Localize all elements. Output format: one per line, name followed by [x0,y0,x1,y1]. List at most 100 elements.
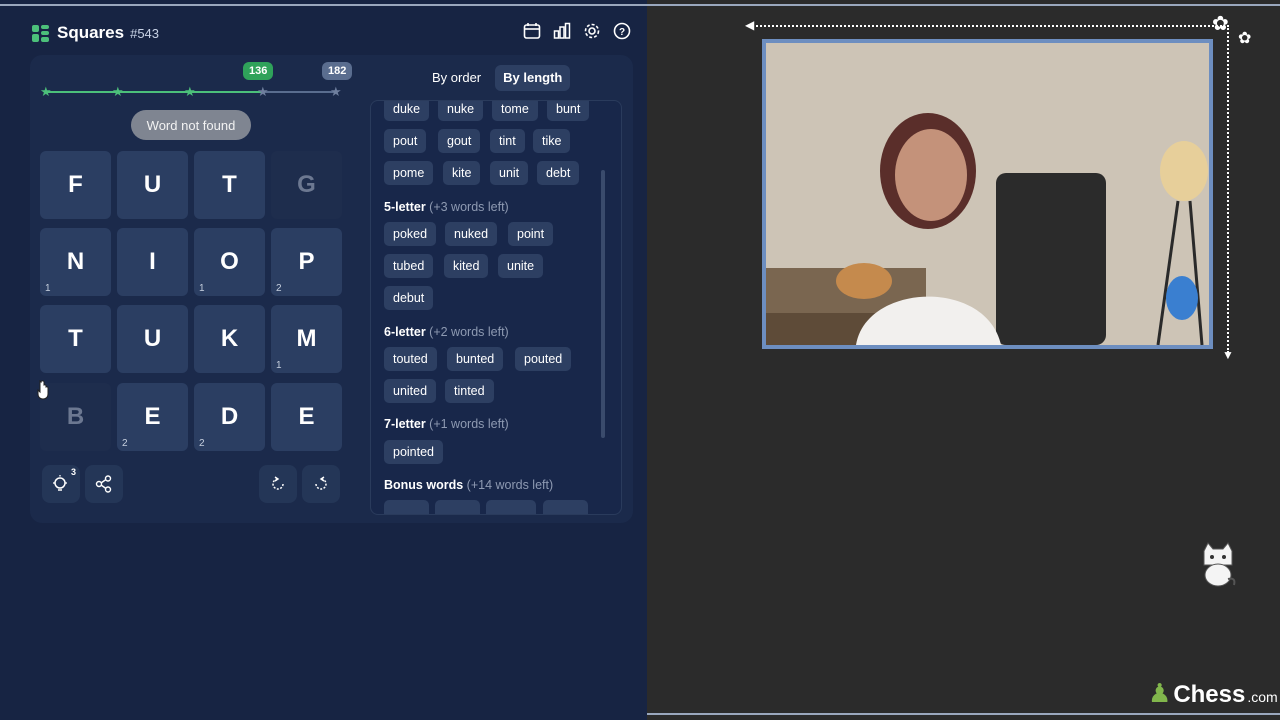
word-chip: pout [384,129,427,153]
calendar-icon[interactable] [522,21,542,41]
share-button[interactable] [85,465,123,503]
rotate-right-icon [315,476,327,490]
letter-tile[interactable]: T [194,151,265,219]
star-icon: ★ [40,84,52,99]
letter-tile[interactable]: E2 [117,383,188,451]
bonus-word-chip-hidden [435,500,480,514]
bonus-word-chip-hidden [543,500,588,514]
star-icon: ★ [330,84,342,99]
word-chip: kite [443,161,481,185]
letter-tile[interactable]: T [40,305,111,373]
word-list-scrollbar[interactable] [601,170,605,438]
tile-letter: T [68,325,83,352]
rotate-left-icon [272,476,284,490]
word-chip: poked [384,222,437,246]
lightbulb-icon [53,475,67,491]
tile-letter: U [143,171,162,198]
found-words-list[interactable]: duke nuke tome bunt pout gout tint tike … [370,100,622,515]
squares-logo-icon [32,24,49,42]
tile-letter: T [222,171,237,198]
word-chip: tinted [445,379,494,403]
letter-tile[interactable]: K [194,305,265,373]
gear-icon[interactable] [582,21,602,41]
score-badge-current: 136 [243,62,274,80]
progress-remaining [264,91,336,93]
word-not-found-toast: Word not found [131,110,251,140]
section-title: Bonus words [384,478,464,492]
letter-tile[interactable]: U [117,305,188,373]
section-remaining: (+14 words left) [466,478,554,492]
svg-text:?: ? [619,27,625,38]
section-title: 5-letter [384,200,426,214]
tab-by-length[interactable]: By length [495,65,571,91]
squares-game-panel: Squares #543 ? ★ ★ ★ ★ ★ 136 182 Word no… [0,0,647,720]
letter-tile[interactable]: O1 [194,228,265,296]
flower-icon: ✿ [1238,30,1252,47]
word-chip: kited [444,254,489,278]
bonus-word-chip-hidden [384,500,429,514]
section-title: 7-letter [384,417,426,431]
letter-tile[interactable]: N1 [40,228,111,296]
letter-tile[interactable]: P2 [271,228,342,296]
game-header: Squares #543 [32,20,159,46]
tab-by-order[interactable]: By order [424,65,489,91]
word-chip: nuked [445,222,498,246]
webcam-frame [762,39,1213,349]
tile-count: 2 [276,283,282,294]
letter-tile[interactable]: E [271,383,342,451]
chess-com-logo: ♟ Chess .com [1148,678,1278,709]
letter-tile[interactable]: D2 [194,383,265,451]
section-5-letter: 5-letter (+3 words left) [384,200,509,214]
bottom-border-line [647,713,1280,715]
word-chip: tome [492,101,538,121]
section-remaining: (+3 words left) [429,200,509,214]
word-chip: unit [490,161,529,185]
word-chip: touted [384,347,437,371]
top-border-line [0,4,1280,6]
word-chip: pome [384,161,434,185]
rotate-left-button[interactable] [259,465,297,503]
tile-letter: I [149,248,156,275]
tile-letter: M [296,325,317,352]
stats-icon[interactable] [552,21,572,41]
word-chip: tike [533,129,571,153]
section-title: 6-letter [384,325,426,339]
hint-button[interactable]: 3 [42,465,80,503]
help-icon[interactable]: ? [612,21,632,41]
letter-tile[interactable]: F [40,151,111,219]
dotted-frame-top [752,25,1222,27]
word-chip: tubed [384,254,434,278]
section-bonus-words: Bonus words (+14 words left) [384,478,553,492]
brand-name: Chess [1173,681,1246,708]
word-chip: bunt [547,101,590,121]
brand-suffix: .com [1247,689,1278,705]
tile-letter: U [143,325,162,352]
tile-letter: K [220,325,239,352]
stage: Squares #543 ? ★ ★ ★ ★ ★ 136 182 Word no… [0,0,1280,720]
word-chip: gout [438,129,481,153]
section-remaining: (+1 words left) [429,417,509,431]
bonus-word-chip-hidden [486,500,536,514]
letter-tile[interactable]: M1 [271,305,342,373]
word-chip: tint [490,129,525,153]
letter-tile[interactable]: U [117,151,188,219]
word-chip: debt [537,161,580,185]
letter-tile[interactable]: I [117,228,188,296]
hint-count: 3 [70,467,76,477]
tile-letter: E [144,403,161,430]
tile-count: 1 [276,360,282,371]
letter-tile-used[interactable]: G [271,151,342,219]
tile-letter: G [297,171,316,198]
webcam-feed [766,43,1209,345]
cat-sticker-icon [1203,542,1236,587]
score-badge-max: 182 [322,62,353,80]
rotate-right-button[interactable] [302,465,340,503]
tile-letter: N [66,248,85,275]
sort-tabs: By order By length [424,65,571,91]
word-chip: point [508,222,554,246]
mouse-pointer-icon [37,380,49,400]
letter-tile-used[interactable]: B [40,383,111,451]
puzzle-number: #543 [130,25,160,41]
star-icon: ★ [257,84,269,99]
word-chip: united [384,379,437,403]
